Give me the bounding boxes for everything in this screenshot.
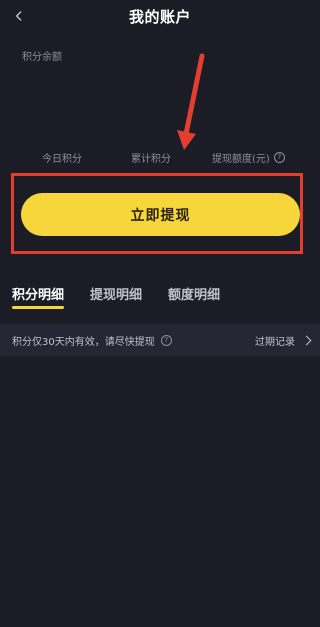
help-circle-icon[interactable]: ? (160, 334, 172, 346)
today-points-label: 今日积分 (42, 154, 82, 165)
balance-label: 积分余额 (22, 52, 62, 63)
notice-text: 积分仅30天内有效，请尽快提现 (12, 336, 155, 348)
stats-row: 今日积分 累计积分 提现额度(元) ? (0, 150, 320, 170)
page-title: 我的账户 (128, 8, 191, 26)
annotation-arrow (177, 53, 205, 150)
withdraw-button[interactable]: 立即提现 (21, 193, 300, 236)
expired-records-link[interactable]: 过期记录 (255, 324, 312, 356)
account-screen: 我的账户 积分余额 今日积分 累计积分 提现额度(元) ? 立即提现 积分明细 … (0, 0, 320, 627)
total-points-label: 累计积分 (131, 154, 171, 165)
top-nav: 我的账户 (0, 0, 320, 34)
withdraw-quota: 提现额度(元) ? (212, 150, 285, 165)
tab-withdraw-detail[interactable]: 提现明细 (90, 284, 142, 303)
expired-records-label: 过期记录 (255, 336, 295, 348)
tab-quota-detail[interactable]: 额度明细 (168, 284, 220, 303)
info-circle-icon[interactable]: ? (273, 152, 285, 163)
active-tab-indicator (12, 306, 64, 309)
notice-left: 积分仅30天内有效，请尽快提现 ? (12, 324, 172, 356)
tab-points-detail[interactable]: 积分明细 (12, 284, 64, 303)
chevron-right-icon (301, 335, 312, 345)
notice-bar: 积分仅30天内有效，请尽快提现 ? 过期记录 (0, 324, 320, 356)
withdraw-quota-label: 提现额度(元) (212, 154, 270, 165)
